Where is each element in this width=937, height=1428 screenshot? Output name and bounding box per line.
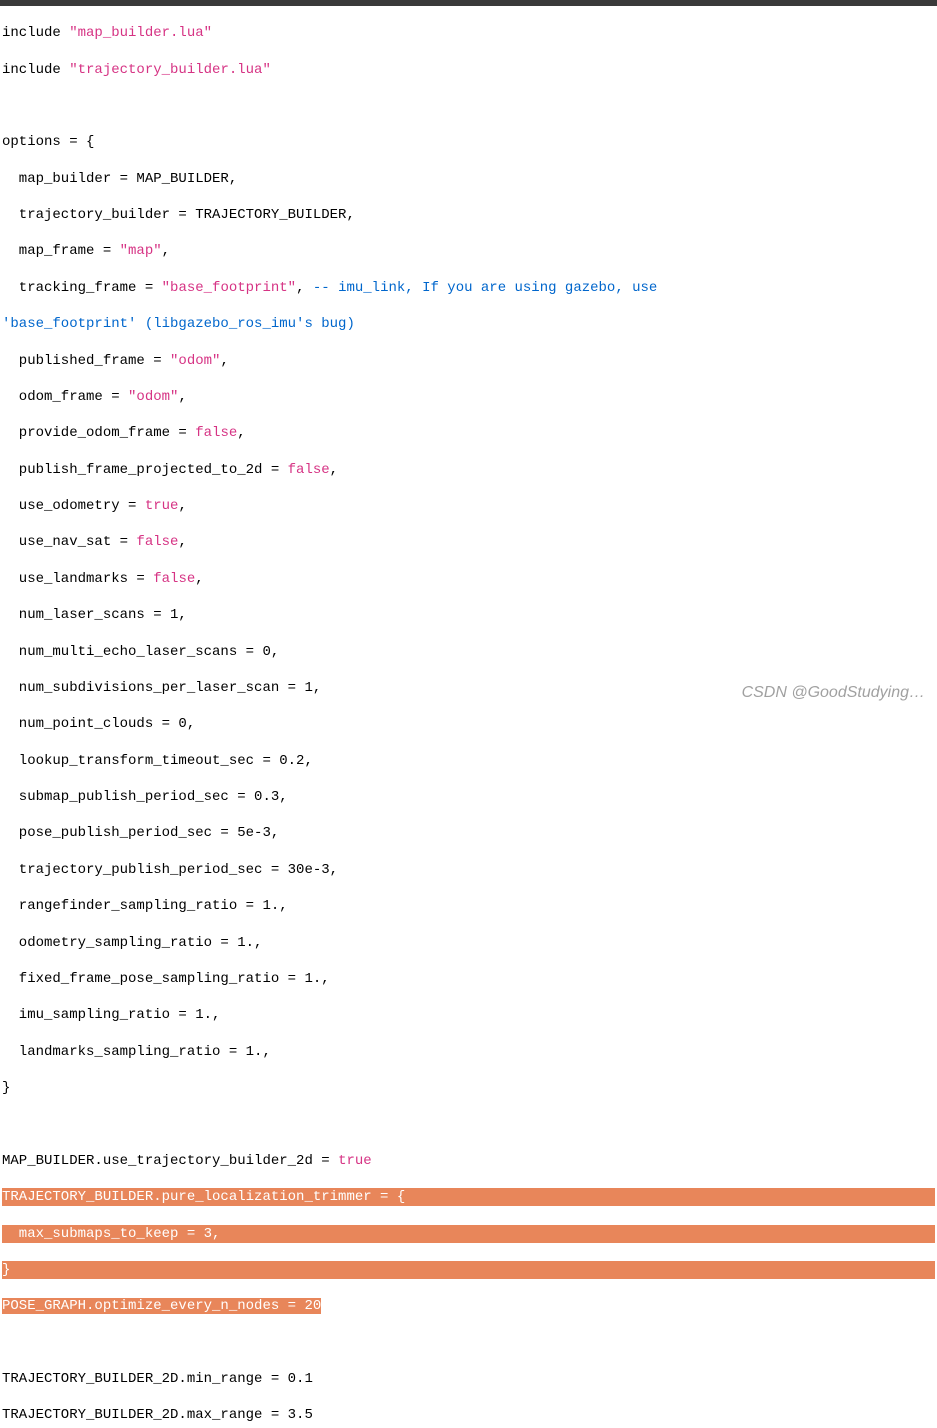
code-line: } [2, 1079, 935, 1097]
code-line [2, 1334, 935, 1352]
code-line: POSE_GRAPH.optimize_every_n_nodes = 20 [2, 1297, 935, 1315]
code-line: trajectory_publish_period_sec = 30e-3, [2, 861, 935, 879]
boolean: false [153, 571, 195, 587]
code-line: imu_sampling_ratio = 1., [2, 1006, 935, 1024]
code-line: landmarks_sampling_ratio = 1., [2, 1043, 935, 1061]
code-line: rangefinder_sampling_ratio = 1., [2, 897, 935, 915]
code-line: map_builder = MAP_BUILDER, [2, 170, 935, 188]
boolean: false [288, 462, 330, 478]
highlighted-line: TRAJECTORY_BUILDER.pure_localization_tri… [2, 1188, 935, 1206]
code-line: tracking_frame = "base_footprint", -- im… [2, 279, 935, 297]
code-line: use_landmarks = false, [2, 570, 935, 588]
code-line: num_point_clouds = 0, [2, 715, 935, 733]
code-line: 'base_footprint' (libgazebo_ros_imu's bu… [2, 315, 935, 333]
code-line: odom_frame = "odom", [2, 388, 935, 406]
comment: -- imu_link, If you are using gazebo, us… [313, 280, 666, 296]
code-line: trajectory_builder = TRAJECTORY_BUILDER, [2, 206, 935, 224]
code-line [2, 1115, 935, 1133]
keyword: include [2, 25, 61, 41]
code-line: TRAJECTORY_BUILDER_2D.min_range = 0.1 [2, 1370, 935, 1388]
boolean: false [136, 534, 178, 550]
string-literal: "base_footprint" [162, 280, 296, 296]
code-line: TRAJECTORY_BUILDER_2D.max_range = 3.5 [2, 1406, 935, 1424]
highlighted-line: max_submaps_to_keep = 3, [2, 1225, 935, 1243]
code-line: num_subdivisions_per_laser_scan = 1, [2, 679, 935, 697]
code-editor[interactable]: include "map_builder.lua" include "traje… [0, 6, 937, 1428]
keyword: include [2, 62, 61, 78]
code-line: use_odometry = true, [2, 497, 935, 515]
code-line [2, 97, 935, 115]
string-literal: "odom" [170, 353, 220, 369]
highlighted-line: } [2, 1261, 935, 1279]
code-line: pose_publish_period_sec = 5e-3, [2, 824, 935, 842]
code-line: lookup_transform_timeout_sec = 0.2, [2, 752, 935, 770]
code-line: map_frame = "map", [2, 242, 935, 260]
code-line: fixed_frame_pose_sampling_ratio = 1., [2, 970, 935, 988]
code-line: num_multi_echo_laser_scans = 0, [2, 643, 935, 661]
comment: 'base_footprint' (libgazebo_ros_imu's bu… [2, 316, 355, 332]
code-line: include "trajectory_builder.lua" [2, 61, 935, 79]
string-literal: "map_builder.lua" [69, 25, 212, 41]
string-literal: "odom" [128, 389, 178, 405]
boolean: false [195, 425, 237, 441]
code-line: odometry_sampling_ratio = 1., [2, 934, 935, 952]
code-line: publish_frame_projected_to_2d = false, [2, 461, 935, 479]
boolean: true [338, 1153, 372, 1169]
code-line: submap_publish_period_sec = 0.3, [2, 788, 935, 806]
code-line: use_nav_sat = false, [2, 533, 935, 551]
code-line: options = { [2, 133, 935, 151]
code-line: provide_odom_frame = false, [2, 424, 935, 442]
string-literal: "trajectory_builder.lua" [69, 62, 271, 78]
code-line: MAP_BUILDER.use_trajectory_builder_2d = … [2, 1152, 935, 1170]
code-line: published_frame = "odom", [2, 352, 935, 370]
string-literal: "map" [120, 243, 162, 259]
code-line: num_laser_scans = 1, [2, 606, 935, 624]
highlighted-text: POSE_GRAPH.optimize_every_n_nodes = 20 [2, 1298, 321, 1314]
code-line: include "map_builder.lua" [2, 24, 935, 42]
boolean: true [145, 498, 179, 514]
